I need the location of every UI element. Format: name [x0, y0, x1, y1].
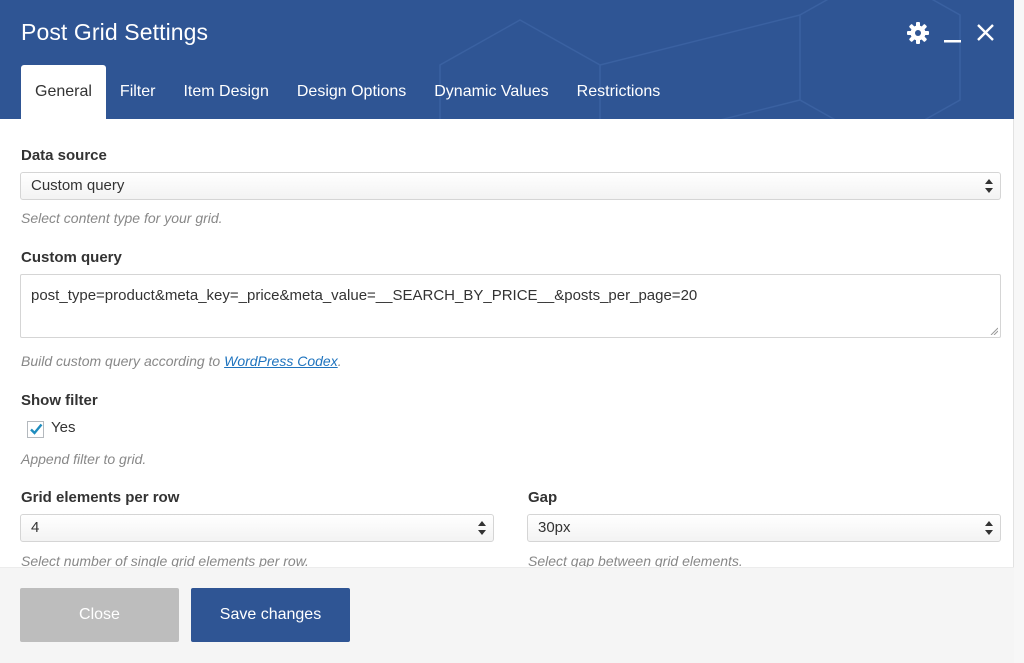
- gap-label: Gap: [528, 489, 558, 506]
- select-arrows-icon: [985, 521, 993, 535]
- data-source-help: Select content type for your grid.: [21, 210, 223, 226]
- close-button[interactable]: Close: [20, 588, 179, 642]
- modal-header: Post Grid Settings General Filter Item D…: [0, 0, 1014, 119]
- minimize-icon[interactable]: [940, 20, 966, 46]
- custom-query-textarea[interactable]: post_type=product&meta_key=_price&meta_v…: [20, 274, 1001, 338]
- tab-general[interactable]: General: [21, 65, 106, 119]
- elements-per-row-help: Select number of single grid elements pe…: [21, 553, 309, 567]
- data-source-value: Custom query: [31, 177, 125, 194]
- data-source-select[interactable]: Custom query: [20, 172, 1001, 200]
- checkmark-icon: [30, 423, 43, 435]
- custom-query-help-suffix: .: [337, 353, 342, 369]
- show-filter-help: Append filter to grid.: [21, 451, 147, 467]
- modal-body: Data source Custom query Select content …: [0, 119, 1014, 567]
- modal-title: Post Grid Settings: [21, 19, 209, 45]
- save-changes-button[interactable]: Save changes: [191, 588, 350, 642]
- select-arrows-icon: [478, 521, 486, 535]
- gap-select[interactable]: 30px: [527, 514, 1001, 542]
- tab-design-options[interactable]: Design Options: [283, 65, 420, 119]
- tab-restrictions[interactable]: Restrictions: [563, 65, 675, 119]
- tab-filter[interactable]: Filter: [106, 65, 170, 119]
- show-filter-checkbox[interactable]: [27, 421, 44, 438]
- background-page-edge: [1014, 0, 1024, 663]
- show-filter-checkbox-label[interactable]: Yes: [51, 419, 75, 436]
- close-icon[interactable]: [973, 20, 999, 46]
- data-source-label: Data source: [21, 147, 107, 164]
- gear-icon[interactable]: [905, 20, 931, 46]
- resize-grip-icon[interactable]: [990, 327, 998, 335]
- post-grid-settings-modal: Post Grid Settings General Filter Item D…: [0, 0, 1014, 663]
- elements-per-row-select[interactable]: 4: [20, 514, 494, 542]
- tab-item-design[interactable]: Item Design: [169, 65, 282, 119]
- tab-dynamic-values[interactable]: Dynamic Values: [420, 65, 562, 119]
- gap-value: 30px: [538, 519, 571, 536]
- modal-footer: Close Save changes: [0, 567, 1014, 663]
- custom-query-value: post_type=product&meta_key=_price&meta_v…: [31, 287, 698, 304]
- elements-per-row-label: Grid elements per row: [21, 489, 180, 506]
- tab-bar: General Filter Item Design Design Option…: [21, 65, 674, 119]
- gap-help: Select gap between grid elements.: [528, 553, 743, 567]
- custom-query-label: Custom query: [21, 249, 122, 266]
- elements-per-row-value: 4: [31, 519, 40, 536]
- show-filter-label: Show filter: [21, 392, 98, 409]
- custom-query-help-text: Build custom query according to: [21, 353, 225, 369]
- wordpress-codex-link[interactable]: WordPress Codex: [224, 353, 338, 369]
- custom-query-help: Build custom query according to WordPres…: [21, 353, 342, 369]
- select-arrows-icon: [985, 179, 993, 193]
